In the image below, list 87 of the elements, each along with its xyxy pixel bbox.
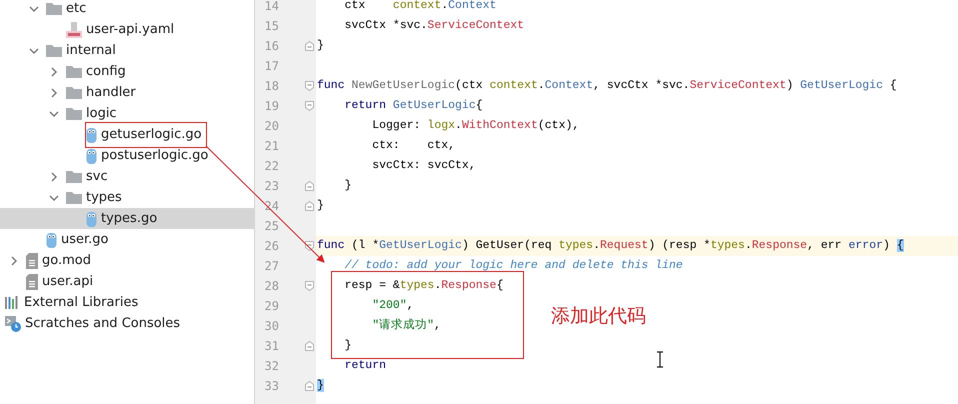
text-file-icon xyxy=(26,274,38,290)
yaml-file-icon xyxy=(66,22,82,38)
fold-end-marker-icon[interactable] xyxy=(304,341,314,351)
fold-marker-icon[interactable] xyxy=(304,81,314,91)
chevron-down-icon[interactable] xyxy=(49,192,59,202)
gopher-file-icon xyxy=(86,126,97,142)
chevron-right-icon[interactable] xyxy=(49,88,59,98)
folder-icon xyxy=(66,86,82,99)
line-number: 26 xyxy=(264,238,279,255)
gopher-file-icon xyxy=(86,148,97,164)
line-number: 29 xyxy=(264,298,279,315)
tree-item[interactable]: etc xyxy=(0,0,254,19)
tree-item[interactable]: getuserlogic.go xyxy=(0,124,254,145)
code-line: } xyxy=(316,198,324,214)
chevron-down-icon[interactable] xyxy=(29,4,39,14)
tree-item[interactable]: svc xyxy=(0,166,254,187)
code-line: svcCtx *svc.ServiceContext xyxy=(344,18,524,34)
tree-item[interactable]: go.mod xyxy=(0,250,254,271)
folder-icon xyxy=(66,170,82,183)
code-line: svcCtx: svcCtx, xyxy=(371,158,476,174)
tree-item[interactable]: config xyxy=(0,61,254,82)
tree-item[interactable]: postuserlogic.go xyxy=(0,145,254,166)
chevron-down-icon[interactable] xyxy=(49,108,59,118)
annotation-note: 添加此代码 xyxy=(551,304,646,329)
line-number: 25 xyxy=(264,218,279,235)
chevron-right-icon[interactable] xyxy=(9,256,19,266)
line-number: 32 xyxy=(264,358,279,375)
fold-end-marker-icon[interactable] xyxy=(304,181,314,191)
chevron-right-icon[interactable] xyxy=(49,66,59,76)
fold-end-marker-icon[interactable] xyxy=(304,201,314,211)
scratches-icon xyxy=(5,316,21,332)
code-line: func (l *GetUserLogic) GetUser(req types.Request) (resp *types.Response, err error) { xyxy=(316,238,904,254)
line-number: 21 xyxy=(264,138,279,155)
code-line: ctx context.Context xyxy=(344,0,496,14)
tree-item[interactable]: logic xyxy=(0,103,254,124)
folder-icon xyxy=(66,107,82,120)
line-number: 20 xyxy=(264,118,279,135)
text-cursor-icon xyxy=(656,351,664,368)
fold-marker-icon[interactable] xyxy=(304,101,314,111)
code-line: // todo: add your logic here and delete this line xyxy=(344,258,683,274)
fold-marker-icon[interactable] xyxy=(304,281,314,291)
code-line: return xyxy=(344,358,386,374)
line-number: 31 xyxy=(264,338,279,355)
line-number: 16 xyxy=(264,38,279,55)
chevron-right-icon[interactable] xyxy=(49,172,59,182)
line-number: 33 xyxy=(264,378,279,395)
line-number: 17 xyxy=(264,58,279,75)
line-number: 28 xyxy=(264,278,279,295)
line-number: 22 xyxy=(264,158,279,175)
tree-item[interactable]: handler xyxy=(0,82,254,103)
libraries-icon xyxy=(5,296,20,309)
line-number: 27 xyxy=(264,258,279,275)
tree-item[interactable]: user.api xyxy=(0,271,254,292)
folder-icon xyxy=(46,44,62,57)
line-number: 15 xyxy=(264,18,279,35)
folder-icon xyxy=(46,2,62,15)
tree-item[interactable]: user.go xyxy=(0,229,254,250)
gopher-file-icon xyxy=(46,232,57,248)
line-number: 18 xyxy=(264,78,279,95)
code-line: return GetUserLogic{ xyxy=(344,98,483,114)
fold-end-marker-icon[interactable] xyxy=(304,381,314,391)
line-number: 14 xyxy=(264,0,279,15)
tree-item[interactable]: internal xyxy=(0,40,254,61)
tree-item[interactable]: Scratches and Consoles xyxy=(0,313,254,334)
code-line: func NewGetUserLogic(ctx context.Context, svcCtx *svc.ServiceContext) GetUserLogic { xyxy=(316,78,897,94)
fold-marker-icon[interactable] xyxy=(304,241,314,251)
tree-item[interactable]: types.go xyxy=(0,208,254,229)
tree-item[interactable]: types xyxy=(0,187,254,208)
line-number: 23 xyxy=(264,178,279,195)
code-line: ctx: ctx, xyxy=(371,138,456,154)
code-line: } xyxy=(316,38,324,54)
folder-icon xyxy=(66,65,82,78)
line-number: 19 xyxy=(264,98,279,115)
fold-end-marker-icon[interactable] xyxy=(304,41,314,51)
tree-item[interactable]: user-api.yaml xyxy=(0,19,254,40)
code-line: } xyxy=(344,178,352,194)
chevron-down-icon[interactable] xyxy=(29,46,39,56)
text-file-icon xyxy=(26,252,38,268)
code-line: "请求成功", xyxy=(371,318,441,334)
code-line: Logger: logx.WithContext(ctx), xyxy=(371,118,580,134)
code-line: resp = &types.Response{ xyxy=(344,278,504,294)
folder-icon xyxy=(66,191,82,204)
code-line: } xyxy=(344,338,352,354)
gopher-file-icon xyxy=(86,210,97,226)
code-line: "200", xyxy=(371,298,414,314)
tree-item[interactable]: External Libraries xyxy=(0,292,254,313)
line-number: 30 xyxy=(264,318,279,335)
